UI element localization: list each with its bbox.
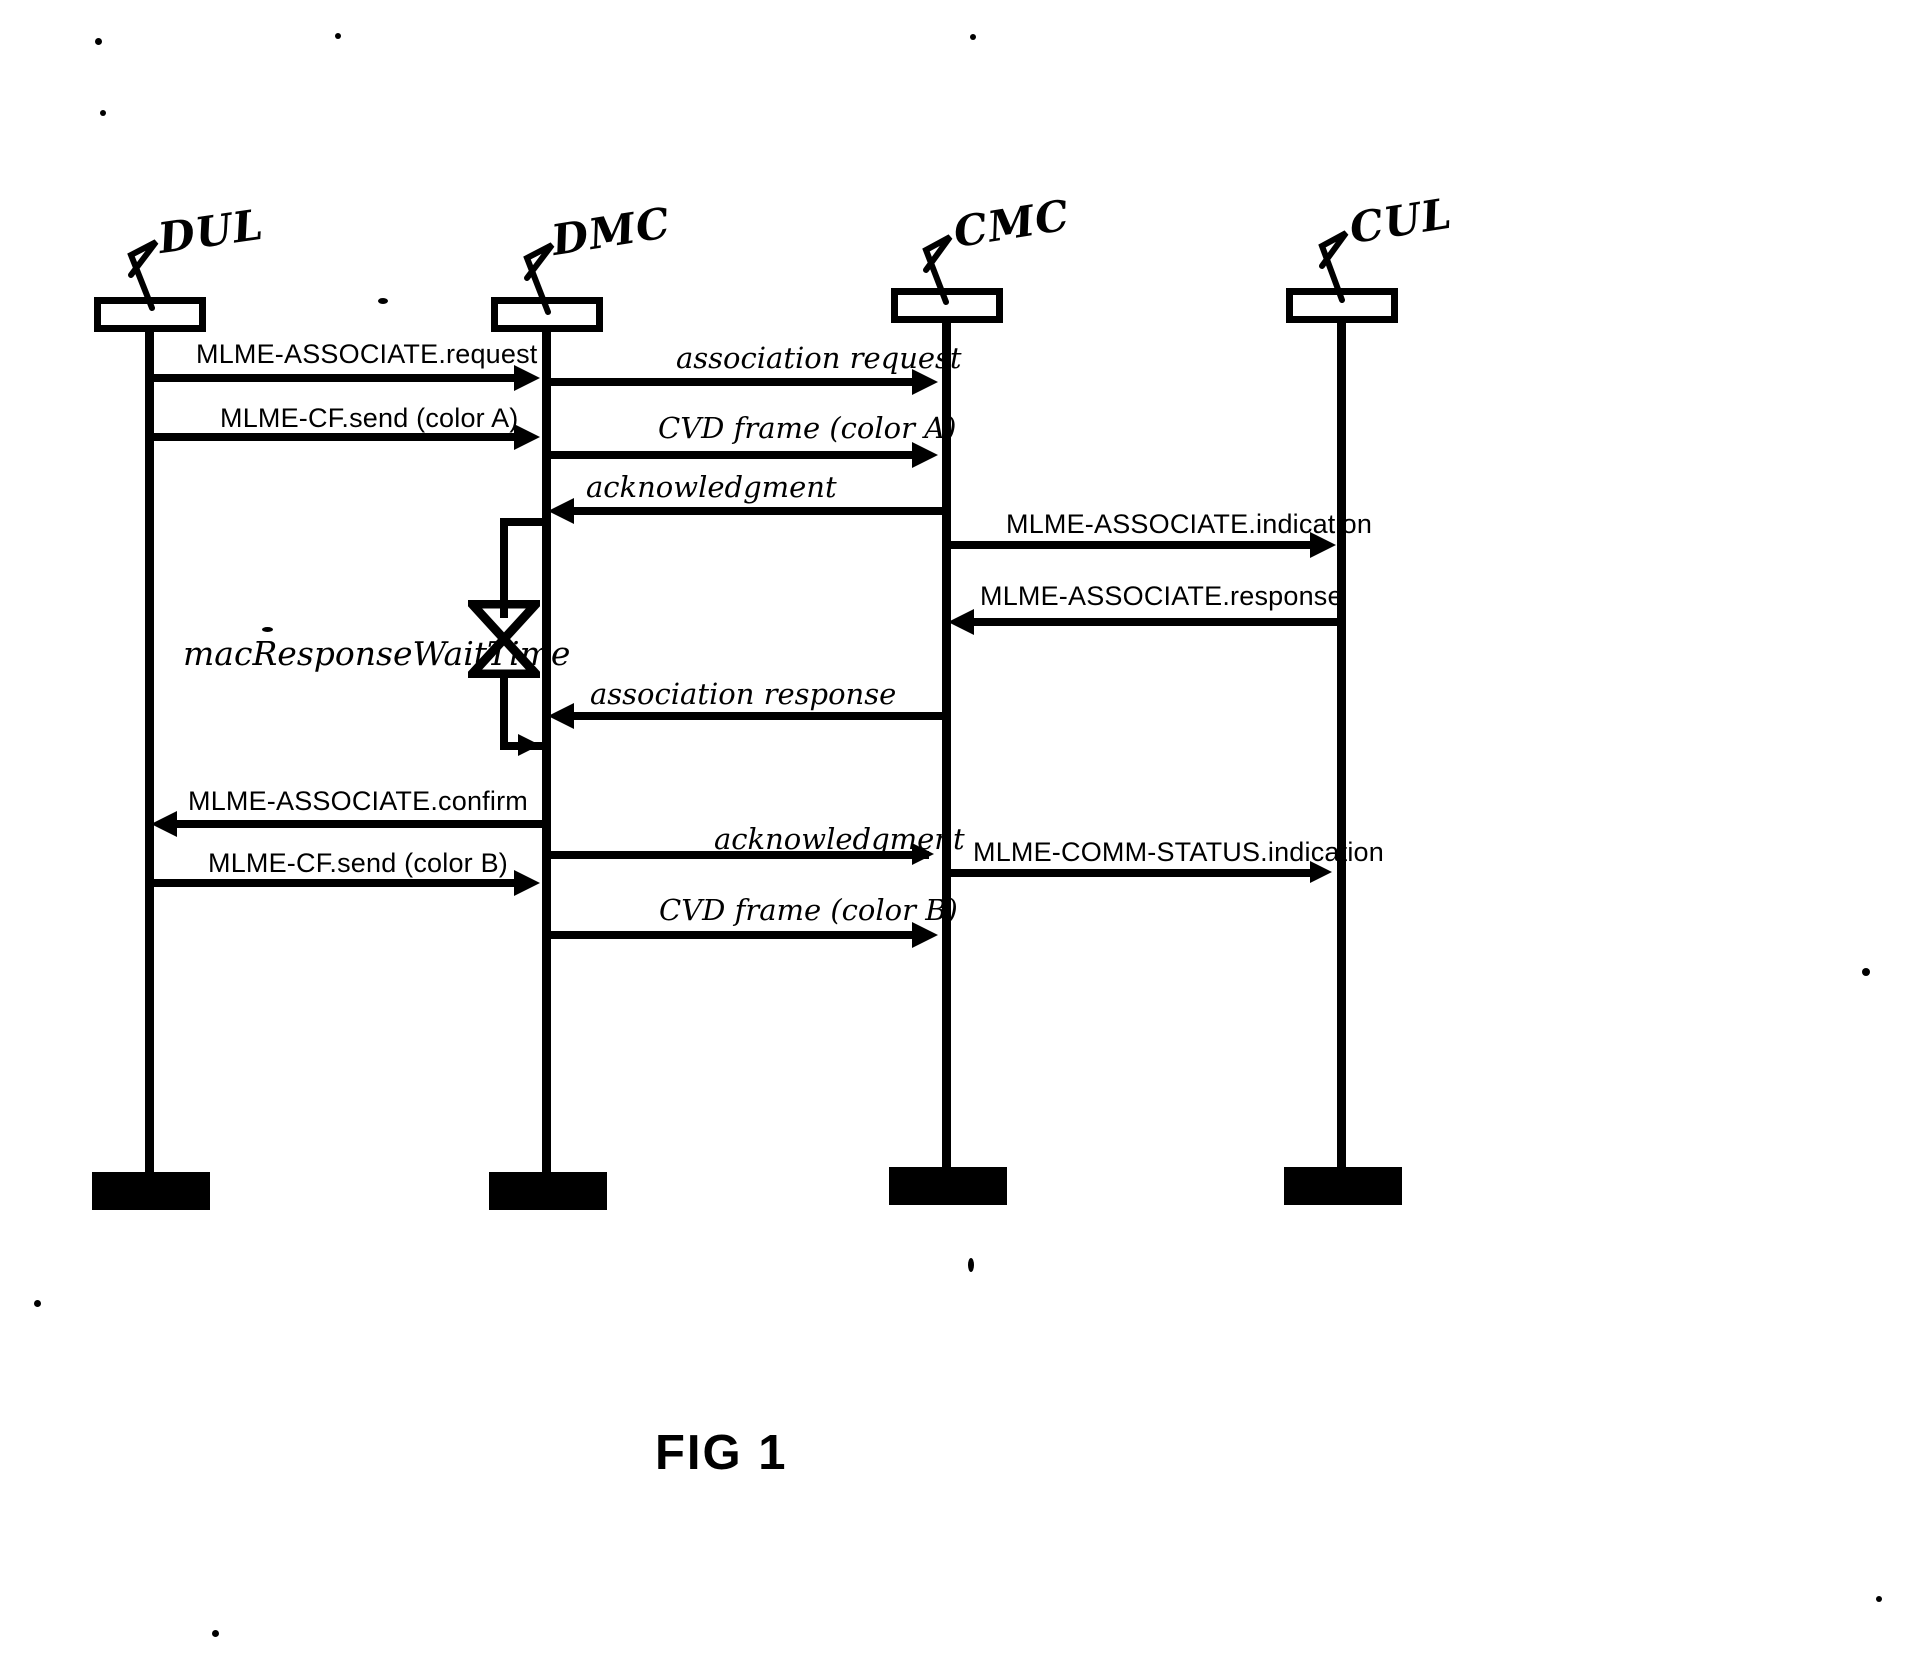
message-label-cvd-frame-color-a: CVD frame (color A) [658, 411, 957, 445]
arrow-head-mlme-cf-send-color-a [514, 424, 540, 450]
figure-page: DUL DMC CMC CUL MLME-ASSOCIATE.request a… [0, 0, 1922, 1673]
lifeline-dul [145, 331, 154, 1179]
message-line-cvd-frame-color-a [547, 451, 929, 459]
figure-caption: FIG 1 [655, 1426, 788, 1480]
terminator-cul [1284, 1167, 1402, 1205]
arrow-head-mlme-comm-status-indication [1310, 861, 1332, 883]
message-line-mlme-associate-request [150, 374, 532, 382]
message-label-acknowledgment-1: acknowledgment [586, 470, 837, 504]
scan-speckle [968, 1258, 974, 1272]
scan-speckle [335, 33, 341, 39]
scan-speckle [262, 627, 273, 632]
arrow-head-mlme-associate-confirm [151, 811, 177, 837]
timer-bracket-left-lower [500, 672, 508, 750]
arrow-head-cvd-frame-color-b [912, 922, 938, 948]
message-label-mlme-associate-response: MLME-ASSOCIATE.response [980, 581, 1343, 611]
lifeline-cmc [942, 322, 951, 1179]
scan-speckle [95, 38, 102, 45]
message-line-mlme-associate-response [972, 618, 1340, 626]
message-line-association-request [547, 378, 929, 386]
timer-bracket-arrow-head [518, 734, 540, 756]
message-label-mlme-cf-send-color-b: MLME-CF.send (color B) [208, 848, 508, 878]
terminator-dmc [489, 1172, 607, 1210]
message-line-acknowledgment-1 [572, 507, 942, 515]
scan-speckle [1862, 968, 1870, 976]
scan-speckle [1876, 1596, 1882, 1602]
lifeline-cul [1337, 322, 1346, 1179]
arrow-head-mlme-associate-response [948, 609, 974, 635]
message-line-mlme-cf-send-color-a [150, 433, 532, 441]
lifeline-hook-strokes [127, 230, 1349, 315]
scan-speckle [212, 1630, 219, 1637]
message-line-mlme-cf-send-color-b [150, 879, 532, 887]
message-label-mlme-associate-request: MLME-ASSOCIATE.request [196, 339, 538, 369]
message-line-acknowledgment-2 [547, 851, 929, 859]
message-line-cvd-frame-color-b [547, 931, 929, 939]
message-label-mlme-associate-confirm: MLME-ASSOCIATE.confirm [188, 786, 528, 816]
arrow-head-mlme-associate-request [514, 365, 540, 391]
message-label-mlme-cf-send-color-a: MLME-CF.send (color A) [220, 403, 519, 433]
message-line-association-response [572, 712, 942, 720]
arrow-head-cvd-frame-color-a [912, 442, 938, 468]
arrow-head-acknowledgment-2 [912, 843, 934, 865]
arrow-head-mlme-cf-send-color-b [514, 870, 540, 896]
arrow-head-association-response [548, 703, 574, 729]
arrow-head-acknowledgment-1 [548, 498, 574, 524]
arrow-head-mlme-associate-indication [1310, 532, 1336, 558]
terminator-dul [92, 1172, 210, 1210]
scan-speckle [100, 110, 106, 116]
message-line-mlme-comm-status-indication [947, 869, 1322, 877]
scan-speckle [34, 1300, 41, 1307]
arrow-head-association-request [912, 369, 938, 395]
message-label-association-response: association response [590, 677, 897, 711]
terminator-cmc [889, 1167, 1007, 1205]
scan-speckle [970, 34, 976, 40]
message-line-mlme-associate-indication [947, 541, 1322, 549]
scan-speckle [378, 298, 388, 304]
message-line-mlme-associate-confirm [175, 820, 542, 828]
hourglass-icon [468, 600, 540, 678]
